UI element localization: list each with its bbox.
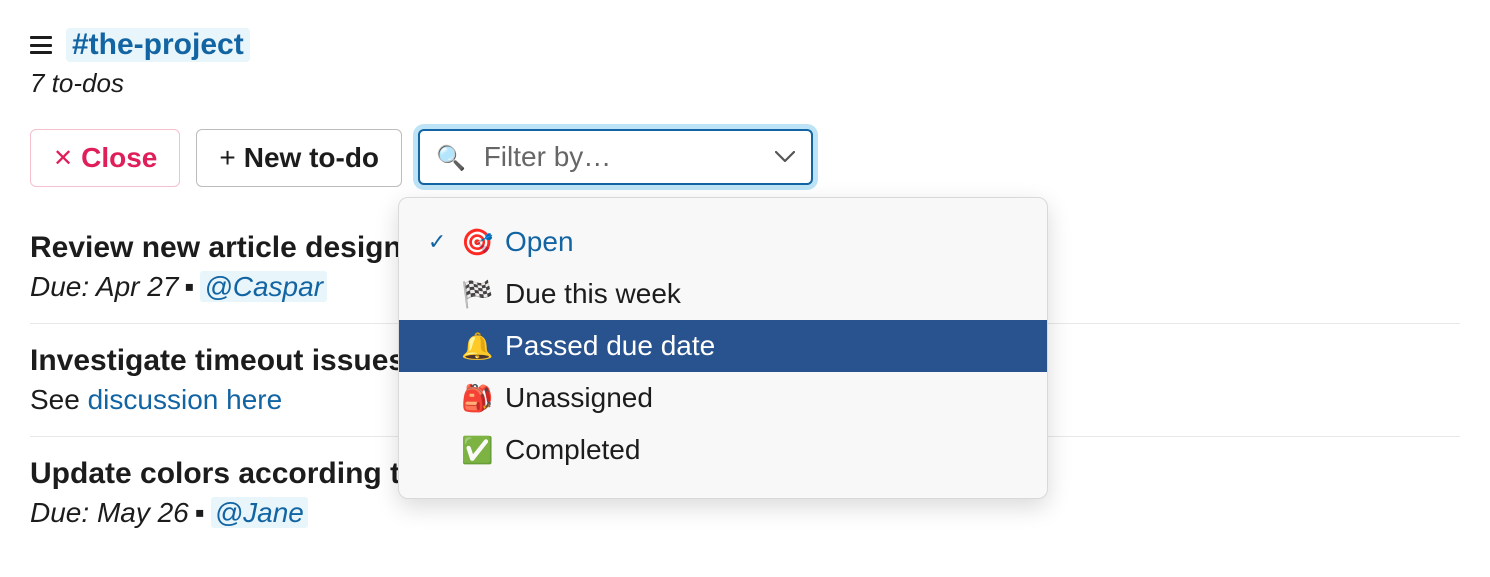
option-label: Passed due date <box>505 330 715 362</box>
option-label: Unassigned <box>505 382 653 414</box>
due-prefix: Due: <box>30 497 97 528</box>
option-label: Completed <box>505 434 640 466</box>
close-icon: ✕ <box>53 144 73 173</box>
search-icon: 🔍 <box>436 145 466 172</box>
channel-link[interactable]: #the-project <box>66 28 250 62</box>
filter-option[interactable]: 🏁 Due this week <box>399 268 1047 320</box>
option-emoji: 🔔 <box>461 331 491 362</box>
option-emoji: 🎒 <box>461 383 491 414</box>
desc-text: See <box>30 384 88 415</box>
option-label: Open <box>505 226 574 258</box>
bullet: ▪ <box>195 497 205 528</box>
close-button[interactable]: ✕ Close <box>30 129 180 187</box>
due-date: Apr 27 <box>96 271 179 302</box>
plus-icon: + <box>219 142 235 174</box>
option-emoji: ✅ <box>461 435 491 466</box>
new-todo-label: New to-do <box>244 142 379 174</box>
due-date: May 26 <box>97 497 189 528</box>
option-emoji: 🎯 <box>461 227 491 258</box>
filter-option[interactable]: ✓ 🎯 Open <box>399 216 1047 268</box>
filter-placeholder: Filter by… <box>484 141 612 172</box>
filter-dropdown: ✓ 🎯 Open 🏁 Due this week 🔔 Passed due date 🎒 Una… <box>398 197 1048 499</box>
option-label: Due this week <box>505 278 681 310</box>
bullet: ▪ <box>184 271 194 302</box>
filter-option[interactable]: ✅ Completed <box>399 424 1047 476</box>
filter-option[interactable]: 🎒 Unassigned <box>399 372 1047 424</box>
check-icon: ✓ <box>427 229 447 255</box>
assignee-mention[interactable]: @Caspar <box>200 271 327 302</box>
assignee-mention[interactable]: @Jane <box>211 497 308 528</box>
due-prefix: Due: <box>30 271 96 302</box>
option-emoji: 🏁 <box>461 279 491 310</box>
desc-link[interactable]: discussion here <box>88 384 283 415</box>
filter-select[interactable]: 🔍 Filter by… <box>418 129 813 185</box>
todo-count: 7 to-dos <box>30 68 1460 99</box>
todo-meta: Due: May 26▪@Jane <box>30 497 1460 529</box>
filter-option[interactable]: 🔔 Passed due date <box>399 320 1047 372</box>
close-label: Close <box>81 142 157 174</box>
chevron-down-icon <box>775 151 795 163</box>
new-todo-button[interactable]: + New to-do <box>196 129 402 187</box>
hamburger-icon[interactable] <box>30 36 52 54</box>
